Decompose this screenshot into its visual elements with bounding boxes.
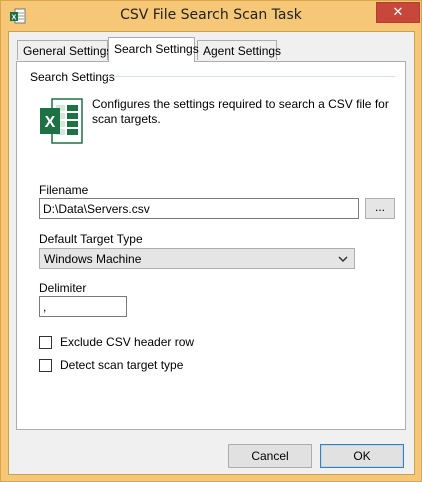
close-button[interactable]: ✕ bbox=[376, 2, 420, 23]
browse-button[interactable]: ... bbox=[365, 198, 395, 219]
detect-type-label[interactable]: Detect scan target type bbox=[60, 358, 183, 372]
svg-text:X: X bbox=[45, 114, 56, 131]
ok-button[interactable]: OK bbox=[320, 444, 404, 468]
cancel-button[interactable]: Cancel bbox=[228, 444, 312, 468]
close-icon: ✕ bbox=[392, 5, 404, 20]
tab-label: General Settings bbox=[23, 44, 113, 58]
group-divider bbox=[107, 76, 395, 77]
chevron-down-icon bbox=[338, 256, 348, 263]
search-settings-panel: Search Settings X Configures the setting… bbox=[16, 61, 406, 430]
target-type-dropdown[interactable]: Windows Machine bbox=[39, 248, 355, 269]
dialog-client-area: General Settings Search Settings Agent S… bbox=[8, 31, 415, 475]
exclude-header-option[interactable]: Exclude CSV header row bbox=[39, 335, 239, 351]
target-type-label: Default Target Type bbox=[39, 232, 143, 246]
excel-icon: X bbox=[40, 98, 83, 144]
window-title: CSV File Search Scan Task bbox=[120, 7, 302, 23]
exclude-header-label[interactable]: Exclude CSV header row bbox=[60, 335, 194, 349]
task-description: Configures the settings required to sear… bbox=[92, 97, 389, 126]
target-type-value: Windows Machine bbox=[44, 252, 142, 266]
filename-input[interactable]: D:\Data\Servers.csv bbox=[39, 198, 359, 219]
dialog-window: X CSV File Search Scan Task ✕ General Se… bbox=[0, 0, 422, 482]
title-bar[interactable]: X CSV File Search Scan Task ✕ bbox=[1, 1, 421, 31]
tab-general-settings[interactable]: General Settings bbox=[17, 40, 112, 60]
tab-agent-settings[interactable]: Agent Settings bbox=[197, 40, 281, 60]
detect-type-checkbox[interactable] bbox=[39, 359, 52, 372]
group-label: Search Settings bbox=[30, 70, 115, 84]
detect-type-option[interactable]: Detect scan target type bbox=[39, 358, 239, 374]
tab-label: Search Settings bbox=[114, 42, 199, 56]
tab-label: Agent Settings bbox=[203, 44, 282, 58]
exclude-header-checkbox[interactable] bbox=[39, 336, 52, 349]
delimiter-label: Delimiter bbox=[39, 281, 87, 295]
filename-label: Filename bbox=[39, 183, 89, 197]
delimiter-input[interactable]: , bbox=[39, 296, 127, 317]
tab-search-settings[interactable]: Search Settings bbox=[108, 37, 199, 62]
